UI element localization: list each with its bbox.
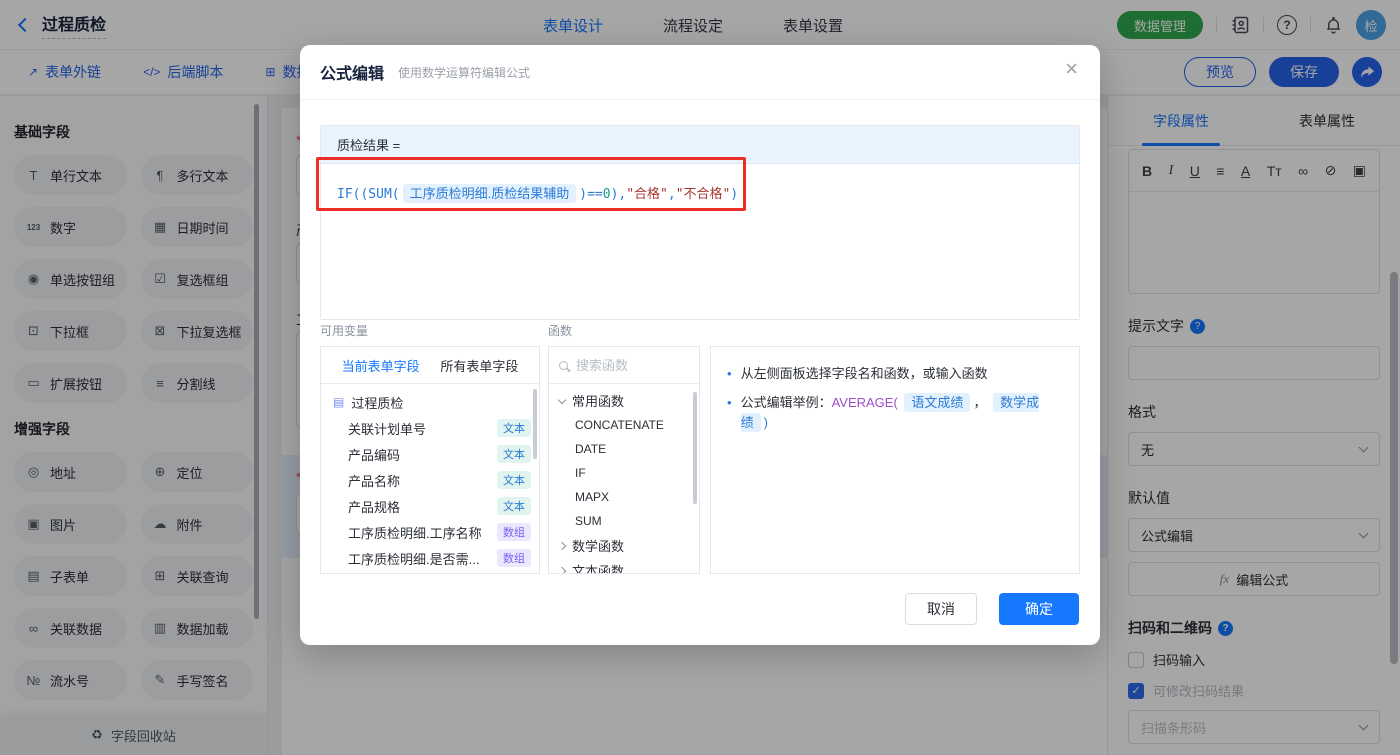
functions-pane: 常用函数 CONCATENATEDATEIFMAPXSUM 数学函数文本函数 (548, 346, 700, 574)
variable-type-badge: 文本 (497, 419, 531, 437)
function-group-常用函数[interactable]: 常用函数 (549, 388, 699, 413)
variable-name: 产品规格 (348, 499, 401, 515)
functions-pane-label: 函数 (548, 324, 573, 338)
example-field-chip: 语文成绩 (904, 393, 971, 412)
variable-row[interactable]: 产品名称 文本 (321, 467, 539, 493)
formula-input-area[interactable]: IF((SUM(工序质检明细.质检结果辅助)==0),"合格","不合格") (321, 164, 1079, 319)
variable-name: 工序质检明细.是否需... (348, 551, 480, 567)
functions-list: 常用函数 CONCATENATE DATE IF MAPX SUM 数学函数文本函数 (549, 384, 699, 574)
formula-token: "合格" (626, 187, 668, 202)
variable-row[interactable]: 产品规格 文本 (321, 493, 539, 519)
variables-tabs: 当前表单字段 所有表单字段 (321, 347, 539, 384)
variables-list: ▤ 过程质检 关联计划单号 文本 产品编码 文本 产品名称 文本 产品规格 文本 工序质检明细.工序… (321, 384, 539, 571)
help-tip-2: • 公式编辑举例：AVERAGE( 语文成绩， 数学成绩) (727, 393, 1063, 433)
function-search (549, 347, 699, 384)
variable-type-badge: 文本 (497, 497, 531, 515)
variable-row[interactable]: 产品编码 文本 (321, 441, 539, 467)
bullet-icon: • (727, 395, 732, 410)
variable-row[interactable]: 工序质检明细.工序名称 数组 (321, 519, 539, 545)
variables-scrollbar[interactable] (533, 389, 537, 459)
formula-token: ), (610, 187, 627, 202)
modal-subtitle: 使用数学运算符编辑公式 (398, 65, 531, 80)
formula-token: "不合格" (675, 187, 731, 202)
variables-tab-所有表单字段[interactable]: 所有表单字段 (440, 356, 518, 375)
function-item-CONCATENATE[interactable]: CONCATENATE (549, 413, 699, 437)
modal-header: 公式编辑 使用数学运算符编辑公式 × (300, 45, 1100, 100)
variable-type-badge: 数组 (497, 523, 531, 541)
variable-root[interactable]: ▤ 过程质检 (321, 389, 539, 415)
formula-token: , (667, 187, 676, 202)
functions-scrollbar[interactable] (693, 392, 697, 504)
chevron-down-icon (557, 395, 567, 404)
confirm-button[interactable]: 确定 (999, 593, 1079, 625)
cancel-button[interactable]: 取消 (905, 593, 977, 625)
formula-field-chip[interactable]: 工序质检明细.质检结果辅助 (402, 184, 577, 203)
chevron-right-icon (557, 566, 567, 573)
chevron-right-icon (557, 541, 567, 550)
function-item-DATE[interactable]: DATE (549, 437, 699, 461)
formula-token: )== (579, 187, 603, 202)
function-group-数学函数[interactable]: 数学函数 (549, 533, 699, 558)
variable-name: 工序质检明细.工序名称 (348, 525, 482, 541)
variable-type-badge: 文本 (497, 445, 531, 463)
variable-type-badge: 文本 (497, 471, 531, 489)
formula-editor: 质检结果 = IF((SUM(工序质检明细.质检结果辅助)==0),"合格","… (320, 125, 1080, 320)
variables-pane-label: 可用变量 (320, 324, 369, 338)
app-root: 过程质检 表单设计 流程设定 表单设置 数据管理 ? 检 ↗ 表单外链 </> 后端脚本 ⊞… (0, 0, 1400, 755)
form-doc-icon: ▤ (333, 395, 345, 409)
function-search-input[interactable] (576, 357, 689, 373)
modal-title: 公式编辑 (320, 66, 385, 83)
example-function: AVERAGE( (831, 395, 898, 410)
formula-help-pane: • 从左侧面板选择字段名和函数，或输入函数 • 公式编辑举例：AVERAGE( … (710, 346, 1080, 574)
variables-tab-当前表单字段[interactable]: 当前表单字段 (342, 356, 420, 375)
function-group-label: 文本函数 (572, 564, 625, 574)
variable-name: 产品编码 (348, 447, 401, 463)
variable-name: 关联计划单号 (348, 421, 427, 437)
function-group-label: 数学函数 (572, 539, 625, 554)
function-item-SUM[interactable]: SUM (549, 509, 699, 533)
close-icon[interactable]: × (1065, 58, 1078, 80)
bullet-icon: • (727, 366, 732, 381)
variable-name: 产品名称 (348, 473, 401, 489)
variable-type-badge: 数组 (497, 549, 531, 567)
formula-token: 0 (602, 187, 611, 202)
formula-token: IF((SUM( (337, 187, 400, 202)
function-item-IF[interactable]: IF (549, 461, 699, 485)
variable-row[interactable]: 工序质检明细.是否需... 数组 (321, 545, 539, 571)
variable-row[interactable]: 关联计划单号 文本 (321, 415, 539, 441)
function-group-label: 常用函数 (572, 394, 625, 409)
variables-pane: 当前表单字段 所有表单字段 ▤ 过程质检 关联计划单号 文本 产品编码 文本 产品名称 文本 产品… (320, 346, 540, 574)
variable-root-name: 过程质检 (351, 395, 404, 411)
search-icon (559, 360, 568, 370)
function-group-文本函数[interactable]: 文本函数 (549, 558, 699, 574)
formula-token: ) (730, 187, 739, 202)
function-item-MAPX[interactable]: MAPX (549, 485, 699, 509)
formula-edit-modal: 公式编辑 使用数学运算符编辑公式 × 质检结果 = IF((SUM(工序质检明细… (300, 45, 1100, 645)
help-tip-1: • 从左侧面板选择字段名和函数，或输入函数 (727, 364, 1063, 384)
formula-target: 质检结果 = (321, 126, 1079, 164)
